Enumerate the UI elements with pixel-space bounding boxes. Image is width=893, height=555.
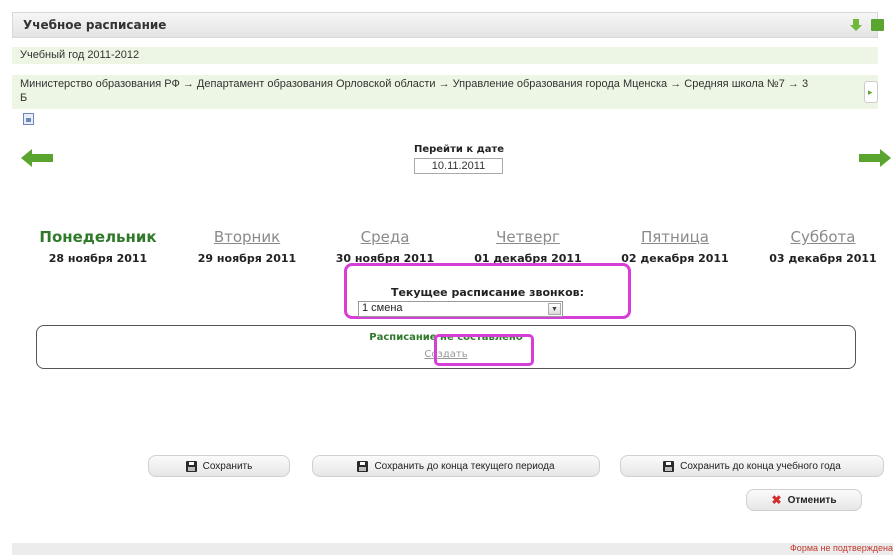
goto-date-input[interactable]	[414, 158, 503, 174]
arrow-down-icon[interactable]	[849, 18, 863, 32]
day-name: Понедельник	[39, 228, 157, 246]
prev-week-arrow-icon[interactable]	[20, 148, 54, 168]
save-button-label: Сохранить	[202, 460, 253, 472]
expand-path-button[interactable]	[864, 81, 878, 103]
cancel-button-label: Отменить	[787, 494, 837, 506]
day-monday[interactable]: Понедельник 28 ноября 2011	[23, 228, 173, 265]
status-footer: Форма не подтверждена	[12, 543, 893, 555]
day-name[interactable]: Суббота	[748, 228, 893, 246]
create-link-highlight	[434, 334, 534, 366]
school-year-bar: Учебный год 2011-2012	[12, 47, 878, 64]
save-year-button-label: Сохранить до конца учебного года	[680, 460, 841, 472]
day-name[interactable]: Пятница	[600, 228, 750, 246]
save-icon[interactable]	[871, 19, 884, 31]
day-name[interactable]: Вторник	[172, 228, 322, 246]
save-period-button[interactable]: Сохранить до конца текущего периода	[312, 455, 600, 477]
day-wednesday[interactable]: Среда 30 ноября 2011	[310, 228, 460, 265]
day-date: 28 ноября 2011	[48, 252, 148, 265]
floppy-disk-icon	[357, 460, 369, 472]
goto-date-label: Перейти к дате	[413, 144, 505, 155]
floppy-disk-icon	[185, 460, 197, 472]
window-title-bar: Учебное расписание	[12, 12, 884, 38]
breadcrumb-text: Министерство образования РФ → Департамен…	[20, 78, 809, 90]
day-date: 03 декабря 2011	[769, 252, 877, 265]
report-icon[interactable]	[23, 113, 34, 125]
day-name[interactable]: Среда	[310, 228, 460, 246]
chevron-down-icon[interactable]: ▼	[548, 303, 561, 315]
day-name[interactable]: Четверг	[453, 228, 603, 246]
breadcrumb-tail: Б	[20, 92, 28, 104]
day-friday[interactable]: Пятница 02 декабря 2011	[600, 228, 750, 265]
form-status: Форма не подтверждена	[789, 543, 893, 553]
window-title: Учебное расписание	[23, 18, 167, 32]
day-date: 29 ноября 2011	[197, 252, 297, 265]
save-button[interactable]: Сохранить	[148, 455, 290, 477]
breadcrumb: Министерство образования РФ → Департамен…	[12, 75, 878, 109]
next-week-arrow-icon[interactable]	[858, 148, 892, 168]
save-period-button-label: Сохранить до конца текущего периода	[374, 460, 555, 472]
day-tuesday[interactable]: Вторник 29 ноября 2011	[172, 228, 322, 265]
cancel-button[interactable]: ✖ Отменить	[746, 489, 862, 511]
floppy-disk-icon	[663, 460, 675, 472]
day-thursday[interactable]: Четверг 01 декабря 2011	[453, 228, 603, 265]
day-saturday[interactable]: Суббота 03 декабря 2011	[748, 228, 893, 265]
bell-schedule-label: Текущее расписание звонков:	[390, 286, 585, 299]
bell-schedule-panel: Текущее расписание звонков: 1 смена ▼	[344, 263, 631, 319]
bell-schedule-select[interactable]: 1 смена ▼	[358, 301, 563, 317]
close-icon: ✖	[771, 493, 782, 507]
save-year-button[interactable]: Сохранить до конца учебного года	[620, 455, 884, 477]
bell-schedule-value: 1 смена	[362, 302, 403, 314]
